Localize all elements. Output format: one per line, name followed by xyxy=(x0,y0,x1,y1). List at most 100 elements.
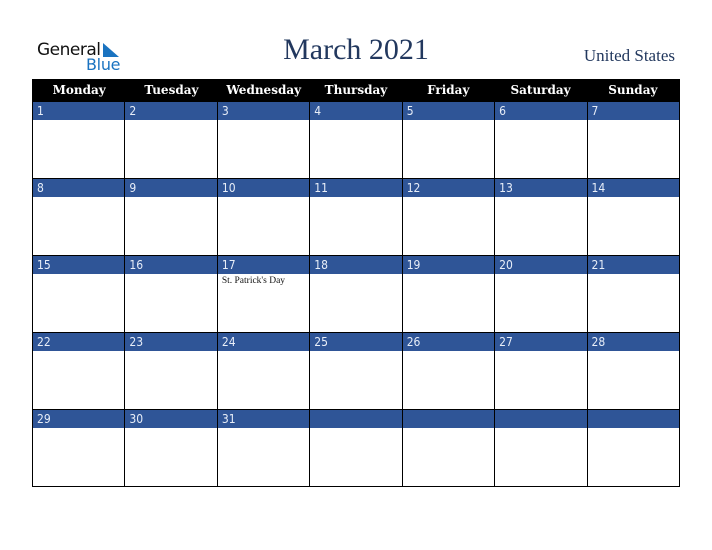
day-number: 28 xyxy=(587,332,679,351)
day-cell[interactable] xyxy=(310,409,403,486)
weekday-monday: Monday xyxy=(52,83,106,97)
day-cell[interactable]: 10 xyxy=(217,178,311,255)
holiday-label xyxy=(218,120,309,122)
day-cell[interactable]: 23 xyxy=(125,332,218,409)
week-row: 29 30 31 xyxy=(33,409,679,486)
weekday-wednesday: Wednesday xyxy=(226,83,302,97)
day-cell[interactable]: 17 St. Patrick's Day xyxy=(217,255,311,332)
holiday-label xyxy=(403,120,494,122)
day-cell[interactable]: 21 xyxy=(587,255,679,332)
day-cell[interactable]: 4 xyxy=(310,101,403,178)
day-number: 22 xyxy=(33,332,125,351)
day-number: 13 xyxy=(495,178,587,197)
day-number: 9 xyxy=(125,178,217,197)
day-cell[interactable]: 19 xyxy=(402,255,496,332)
holiday-label xyxy=(495,274,586,276)
holiday-label xyxy=(33,274,124,276)
day-number: 4 xyxy=(310,101,402,120)
holiday-label xyxy=(310,274,401,276)
holiday-label xyxy=(310,120,401,122)
day-cell[interactable]: 12 xyxy=(402,178,496,255)
day-cell[interactable]: 8 xyxy=(33,178,126,255)
week-row: 1234567 xyxy=(33,101,679,178)
holiday-label xyxy=(125,351,216,353)
day-cell[interactable]: 5 xyxy=(402,101,496,178)
week-row: 22 23 24 25 26 27 28 xyxy=(33,332,679,409)
holiday-label xyxy=(310,197,401,199)
day-cell[interactable]: 16 xyxy=(125,255,218,332)
day-cell[interactable] xyxy=(402,409,496,486)
day-cell[interactable]: 2 xyxy=(125,101,218,178)
day-cell[interactable]: 1 xyxy=(33,101,126,178)
day-number: 21 xyxy=(587,255,679,274)
weekday-header: Monday Tuesday Wednesday Thursday Friday… xyxy=(33,79,679,101)
day-number: 29 xyxy=(33,409,125,428)
day-cell[interactable]: 31 xyxy=(217,409,311,486)
holiday-label xyxy=(403,351,494,353)
day-cell[interactable]: 28 xyxy=(587,332,679,409)
day-cell[interactable]: 30 xyxy=(125,409,218,486)
weekday-sunday: Sunday xyxy=(608,83,658,97)
holiday-label xyxy=(125,428,216,430)
day-cell[interactable] xyxy=(587,409,679,486)
day-number: 5 xyxy=(402,101,495,120)
day-cell[interactable]: 29 xyxy=(33,409,126,486)
calendar-grid: Monday Tuesday Wednesday Thursday Friday… xyxy=(32,79,680,487)
day-cell[interactable]: 11 xyxy=(310,178,403,255)
day-cell[interactable]: 24 xyxy=(217,332,311,409)
holiday-label xyxy=(495,197,586,199)
day-number: 18 xyxy=(310,255,402,274)
holiday-label: St. Patrick's Day xyxy=(221,276,286,286)
day-cell[interactable]: 25 xyxy=(310,332,403,409)
day-cell[interactable]: 14 xyxy=(587,178,679,255)
day-number: 17 xyxy=(217,255,310,274)
day-number: 14 xyxy=(587,178,679,197)
day-number: 12 xyxy=(402,178,495,197)
day-cell[interactable]: 22 xyxy=(33,332,126,409)
day-number: 7 xyxy=(587,101,679,120)
holiday-label xyxy=(218,197,309,199)
holiday-label xyxy=(125,120,216,122)
holiday-label xyxy=(33,120,124,122)
day-cell[interactable]: 15 xyxy=(33,255,126,332)
day-number xyxy=(495,409,587,428)
day-cell[interactable]: 26 xyxy=(402,332,496,409)
holiday-label xyxy=(588,197,679,199)
day-number: 8 xyxy=(33,178,125,197)
day-number: 24 xyxy=(217,332,310,351)
day-cell[interactable]: 9 xyxy=(125,178,218,255)
holiday-label xyxy=(218,351,309,353)
day-cell[interactable] xyxy=(495,409,588,486)
day-number: 31 xyxy=(217,409,310,428)
holiday-label xyxy=(33,197,124,199)
day-number: 11 xyxy=(310,178,402,197)
holiday-label xyxy=(33,351,124,353)
day-number: 25 xyxy=(310,332,402,351)
day-number: 23 xyxy=(125,332,217,351)
holiday-label xyxy=(125,197,216,199)
day-number: 19 xyxy=(402,255,495,274)
holiday-label xyxy=(588,428,679,430)
weekday-tuesday: Tuesday xyxy=(144,83,199,97)
holiday-label xyxy=(495,351,586,353)
week-row: 15 16 17 St. Patrick's Day 18 19 20 21 xyxy=(33,255,679,332)
holiday-label xyxy=(310,351,401,353)
weekday-thursday: Thursday xyxy=(324,83,388,97)
day-cell[interactable]: 18 xyxy=(310,255,403,332)
holiday-label xyxy=(218,428,309,430)
holiday-label xyxy=(588,274,679,276)
day-cell[interactable]: 7 xyxy=(587,101,679,178)
day-number: 3 xyxy=(217,101,310,120)
day-number xyxy=(310,409,402,428)
day-number: 27 xyxy=(495,332,587,351)
day-cell[interactable]: 27 xyxy=(495,332,588,409)
holiday-label xyxy=(403,428,494,430)
holiday-label xyxy=(403,197,494,199)
day-number xyxy=(587,409,679,428)
day-cell[interactable]: 3 xyxy=(217,101,311,178)
day-number: 2 xyxy=(125,101,217,120)
holiday-label xyxy=(495,120,586,122)
day-cell[interactable]: 20 xyxy=(495,255,588,332)
day-cell[interactable]: 6 xyxy=(495,101,588,178)
day-cell[interactable]: 13 xyxy=(495,178,588,255)
